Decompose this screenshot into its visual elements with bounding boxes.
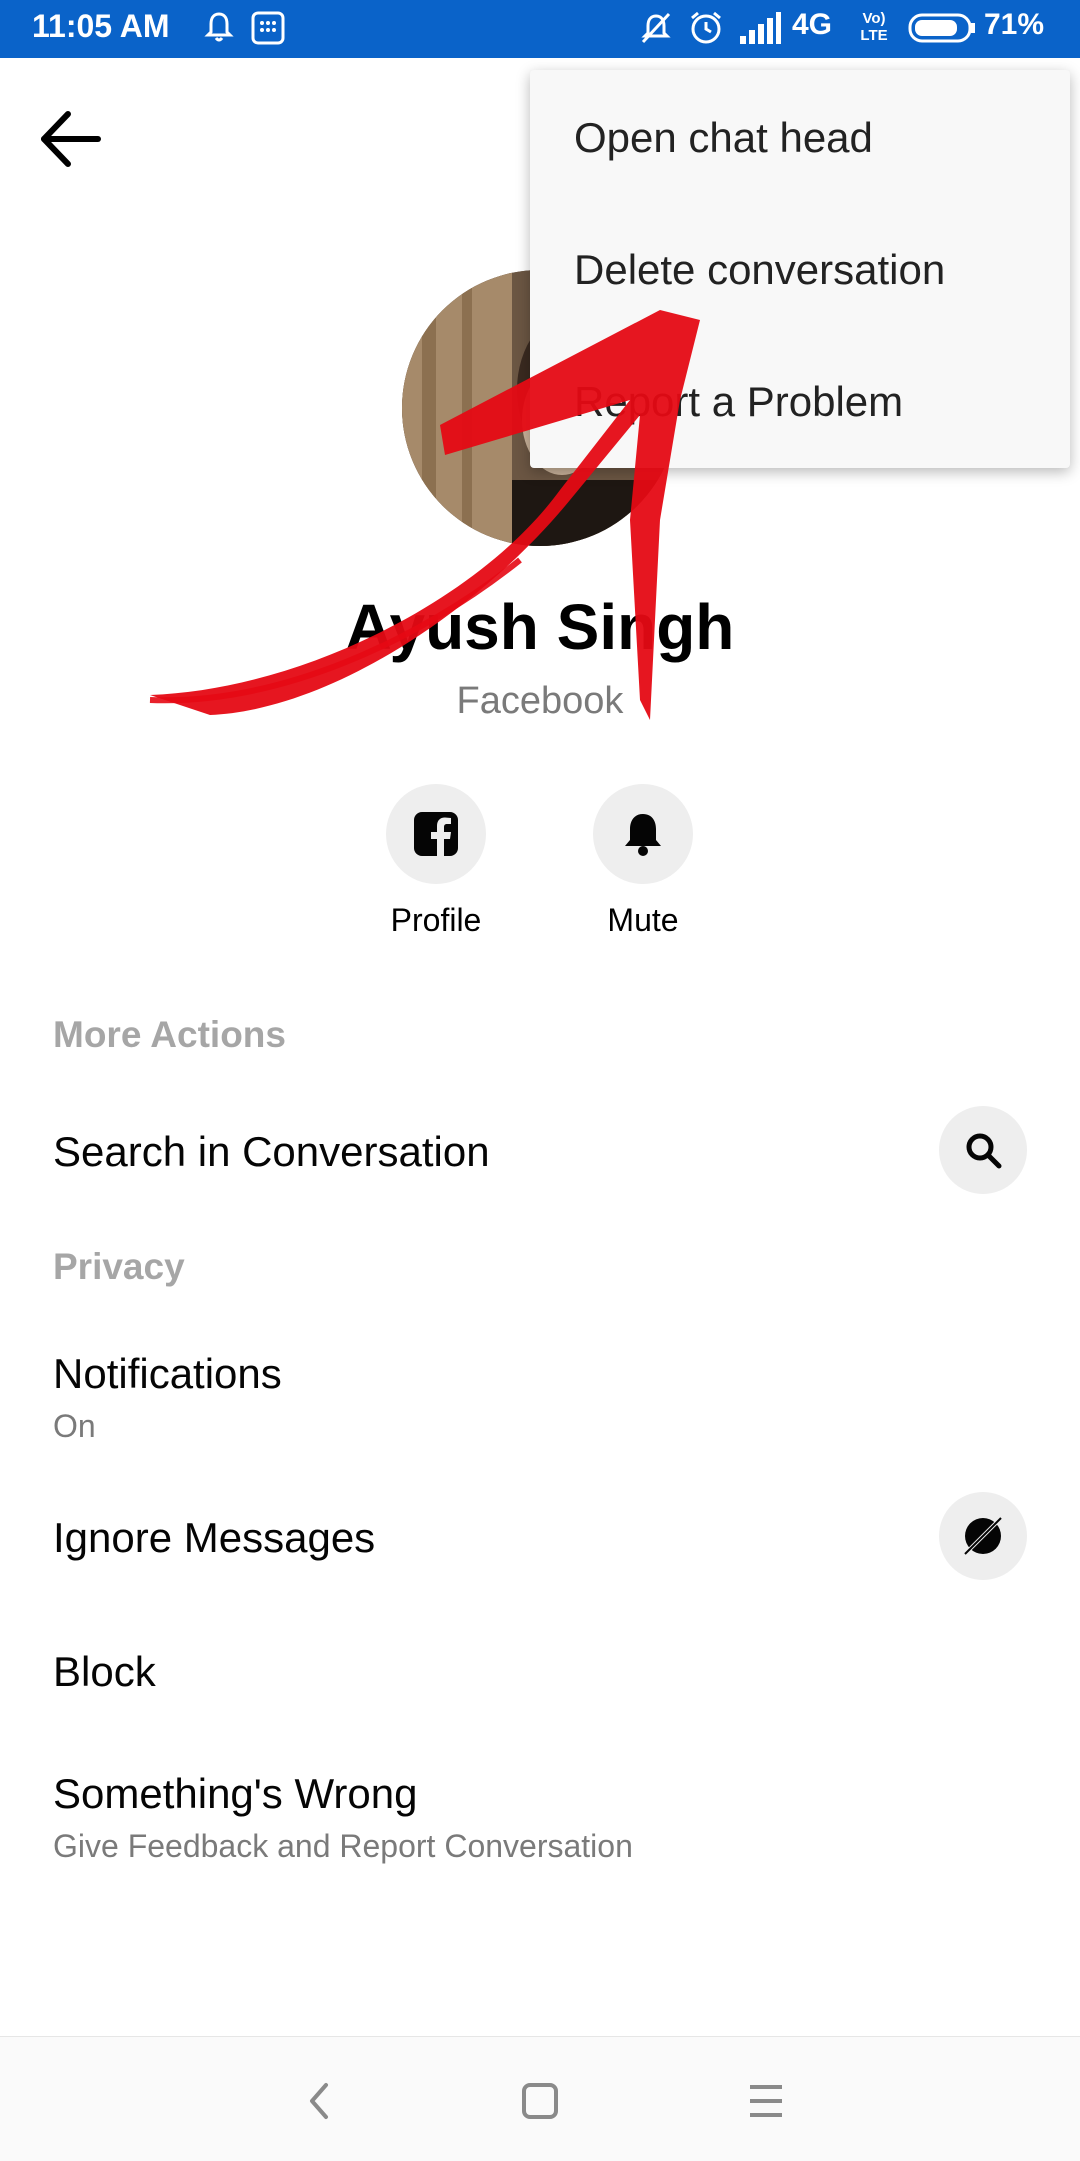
home-nav-icon [522, 2083, 558, 2119]
ignore-icon [964, 1517, 1002, 1555]
calendar-app-icon [251, 11, 285, 45]
section-privacy: Privacy [53, 1246, 185, 1287]
back-button[interactable] [36, 104, 116, 174]
nav-back-button[interactable] [280, 2061, 360, 2141]
status-bar: 11:05 AM 4G Vo) LTE 71% [0, 0, 1080, 58]
block-label: Block [53, 1648, 156, 1695]
nav-home-button[interactable] [500, 2061, 580, 2141]
profile-action[interactable]: Profile [366, 784, 506, 939]
system-nav-bar [0, 2036, 1080, 2161]
arrow-left-icon [41, 111, 101, 167]
back-nav-icon [310, 2083, 328, 2119]
overflow-menu: Open chat head Delete conversation Repor… [530, 70, 1070, 468]
search-in-conversation-label: Search in Conversation [53, 1128, 490, 1175]
section-more-actions: More Actions [53, 1014, 286, 1055]
facebook-icon [414, 812, 458, 856]
menu-item-delete-conversation[interactable]: Delete conversation [574, 246, 945, 294]
alarm-icon [691, 11, 721, 44]
volte-indicator: Vo) LTE [860, 10, 888, 44]
contact-name: Ayush Singh [345, 591, 735, 663]
notifications-label: Notifications [53, 1350, 282, 1397]
somethings-wrong-label: Something's Wrong [53, 1770, 418, 1817]
network-type: 4G [792, 8, 833, 41]
ignore-messages-label: Ignore Messages [53, 1514, 376, 1561]
profile-action-label: Profile [390, 902, 482, 938]
search-button[interactable] [939, 1106, 1027, 1194]
mute-action-label: Mute [607, 902, 679, 938]
bell-icon [625, 814, 661, 856]
menu-item-open-chat-head[interactable]: Open chat head [574, 114, 873, 162]
contact-source: Facebook [456, 680, 624, 722]
mute-action[interactable]: Mute [573, 784, 713, 939]
battery-icon [908, 13, 975, 43]
nav-recents-button[interactable] [726, 2061, 806, 2141]
mute-action-circle[interactable] [593, 784, 693, 884]
vibrate-mute-icon [641, 12, 671, 44]
menu-item-report-problem[interactable]: Report a Problem [574, 378, 903, 426]
somethings-wrong-subtitle: Give Feedback and Report Conversation [53, 1828, 633, 1864]
search-icon [966, 1133, 1002, 1169]
recents-nav-icon [750, 2085, 782, 2117]
battery-level: 71% [984, 8, 1045, 41]
signal-icon [740, 12, 781, 44]
notifications-status: On [53, 1408, 96, 1444]
ignore-messages-button[interactable] [939, 1492, 1027, 1580]
profile-action-circle[interactable] [386, 784, 486, 884]
notification-bell-icon [204, 12, 234, 42]
status-time: 11:05 AM [32, 8, 170, 44]
